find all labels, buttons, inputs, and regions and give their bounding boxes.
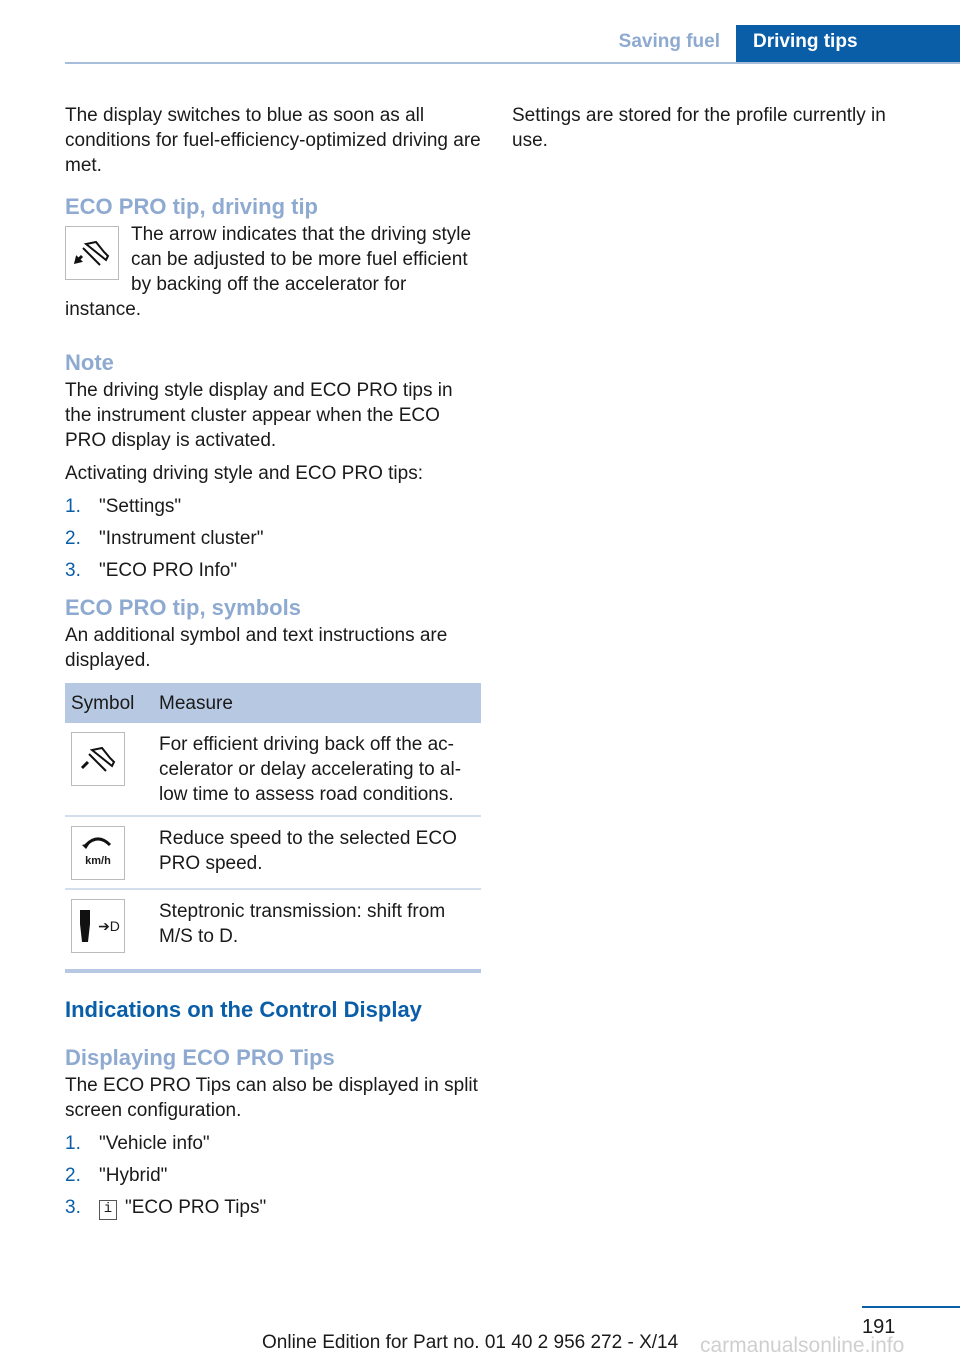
tip-heading: ECO PRO tip, driving tip bbox=[65, 194, 318, 219]
gear-shift-to-d-icon: ➔ D bbox=[71, 899, 125, 953]
note-text: The driving style display and ECO PRO ti… bbox=[65, 380, 453, 451]
symbols-table: Symbol Measure For efficient driving back… bbox=[65, 683, 481, 961]
measure-text: For efficient driving back off the ac-ce… bbox=[153, 723, 481, 817]
chapter-tab: Driving tips bbox=[736, 25, 960, 62]
list-item: 1. "Vehicle info" bbox=[65, 1133, 210, 1154]
right-column: Settings are stored for the profile curr… bbox=[512, 103, 922, 161]
list-item: 2. "Hybrid" bbox=[65, 1165, 168, 1186]
table-row: km/h Reduce speed to the selected ECO PR… bbox=[65, 816, 481, 890]
symbols-heading: ECO PRO tip, symbols bbox=[65, 595, 301, 620]
settings-text: Settings are stored for the profile curr… bbox=[512, 105, 886, 151]
activate-text: Activating driving style and ECO PRO tip… bbox=[65, 463, 423, 484]
accelerator-backoff-icon bbox=[65, 226, 119, 280]
table-end-rule bbox=[65, 969, 481, 973]
display-text: The ECO PRO Tips can also be displayed i… bbox=[65, 1075, 478, 1121]
col-header: Measure bbox=[153, 683, 481, 723]
edition-footer: Online Edition for Part no. 01 40 2 956 … bbox=[262, 1332, 679, 1353]
display-steps: 1. "Vehicle info" 2. "Hybrid" 3. i "ECO PRO … bbox=[65, 1131, 481, 1220]
control-display-heading: Indications on the Control Display bbox=[65, 997, 422, 1022]
reduce-speed-kmh-icon: km/h bbox=[71, 826, 125, 880]
accelerator-backoff-icon bbox=[71, 732, 125, 786]
list-item: 1. "Settings" bbox=[65, 496, 182, 517]
list-item: 2. "Instrument cluster" bbox=[65, 528, 264, 549]
list-item: 3. i "ECO PRO Tips" bbox=[65, 1197, 267, 1220]
info-icon: i bbox=[99, 1200, 117, 1220]
watermark: carmanualsonline.info bbox=[700, 1334, 905, 1357]
note-heading: Note bbox=[65, 350, 114, 375]
symbols-text: An additional symbol and text instructio… bbox=[65, 625, 448, 671]
col-header: Symbol bbox=[65, 683, 153, 723]
list-item: 3. "ECO PRO Info" bbox=[65, 560, 238, 581]
section-title: Saving fuel bbox=[618, 31, 720, 52]
activate-steps: 1. "Settings" 2. "Instrument cluster" 3. "E… bbox=[65, 494, 481, 583]
display-tips-heading: Displaying ECO PRO Tips bbox=[65, 1045, 335, 1070]
tip-text: The arrow indicates that the driving sty… bbox=[65, 224, 472, 320]
footer-rule bbox=[862, 1306, 960, 1308]
table-row: For efficient driving back off the ac-ce… bbox=[65, 723, 481, 817]
table-row: ➔ D Steptronic transmission: shift from M… bbox=[65, 889, 481, 961]
left-column: The display switches to blue as soon as … bbox=[65, 103, 481, 1230]
intro-text: The display switches to blue as soon as … bbox=[65, 105, 481, 176]
page-header: Saving fuel Driving tips bbox=[65, 25, 960, 64]
measure-text: Reduce speed to the selected ECO PRO spe… bbox=[153, 816, 481, 890]
measure-text: Steptronic transmission: shift from M/S … bbox=[159, 901, 446, 947]
